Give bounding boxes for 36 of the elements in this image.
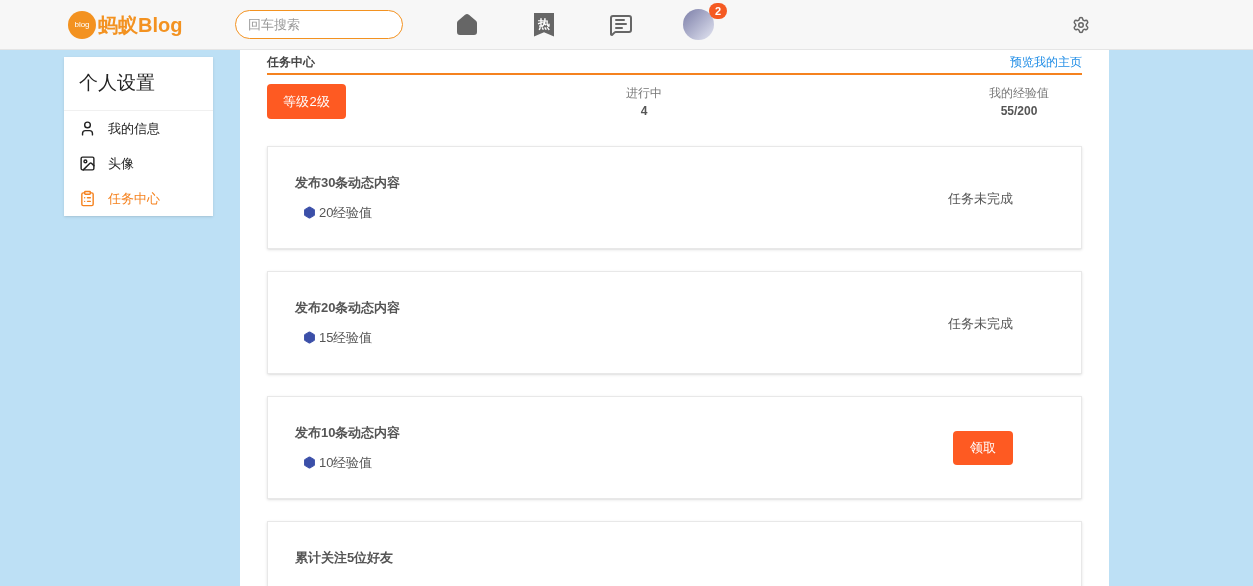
- section-title: 任务中心: [267, 53, 315, 71]
- task-status: 任务未完成: [948, 315, 1013, 331]
- notification-badge: 2: [709, 3, 727, 19]
- task-title: 发布20条动态内容: [295, 299, 401, 317]
- task-reward: 10经验值: [319, 453, 373, 472]
- logo-badge[interactable]: blog: [68, 10, 96, 39]
- hot-icon[interactable]: 热: [534, 12, 554, 37]
- sidebar-item[interactable]: 头像: [64, 146, 213, 181]
- task-title: 累计关注5位好友: [295, 549, 394, 567]
- hexagon-icon: [303, 205, 316, 219]
- sidebar-item[interactable]: 任务中心: [64, 181, 213, 216]
- task-reward: 15经验值: [319, 328, 373, 347]
- task-reward: 20经验值: [319, 203, 373, 222]
- settings-icon[interactable]: [1072, 15, 1090, 34]
- level-button[interactable]: 等级2级: [267, 84, 346, 119]
- message-icon[interactable]: [609, 12, 633, 37]
- sidebar-item[interactable]: 我的信息: [64, 111, 213, 146]
- task-title: 发布10条动态内容: [295, 424, 401, 442]
- hexagon-icon: [303, 455, 316, 469]
- task-status: 任务未完成: [948, 190, 1013, 206]
- stat-value: 55/200: [1000, 103, 1038, 120]
- stat-label: 我的经验值: [989, 85, 1049, 102]
- person-icon: [79, 120, 96, 137]
- hexagon-icon: [303, 330, 316, 344]
- avatar[interactable]: [683, 9, 714, 40]
- search-field[interactable]: 回车搜索: [235, 10, 403, 39]
- picture-icon: [79, 155, 96, 172]
- claim-button[interactable]: 领取: [953, 430, 1013, 465]
- logo[interactable]: 蚂蚁Blog: [98, 9, 183, 40]
- sidebar-title: 个人设置: [64, 57, 213, 111]
- task-title: 发布30条动态内容: [295, 174, 401, 192]
- clipboard-icon: [79, 190, 96, 207]
- stat-label: 进行中: [626, 85, 662, 102]
- preview-homepage-link[interactable]: 预览我的主页: [1010, 52, 1082, 71]
- stat-value: 4: [640, 103, 648, 120]
- home-icon[interactable]: [455, 12, 479, 37]
